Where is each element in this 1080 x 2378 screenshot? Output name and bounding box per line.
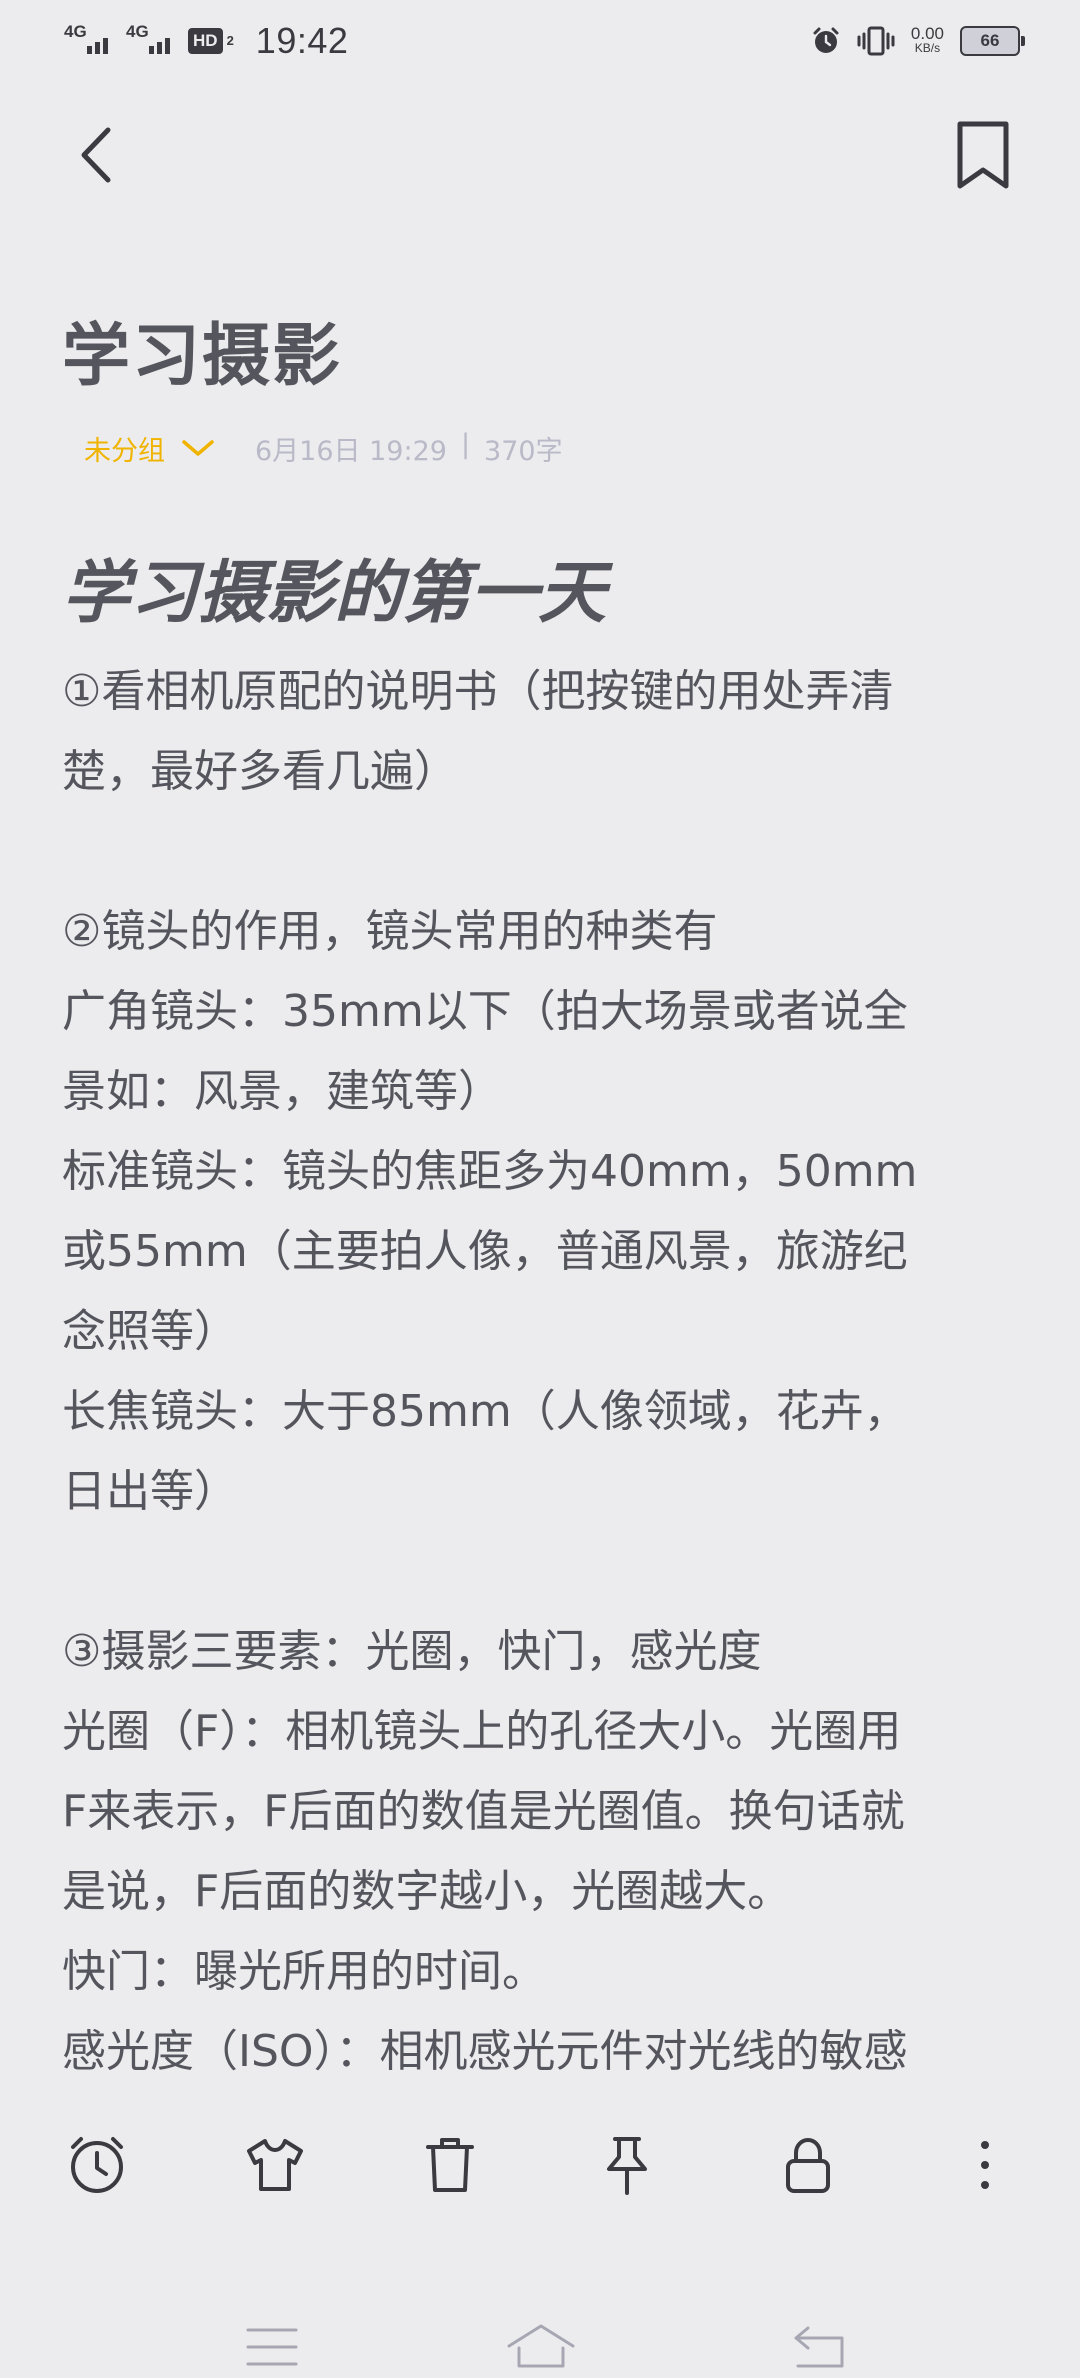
meta-separator: | — [460, 428, 471, 460]
note-line: ③摄影三要素：光圈，快门，感光度 — [62, 1626, 762, 1677]
delete-button[interactable] — [415, 2130, 485, 2200]
note-heading: 学习摄影的第一天 — [62, 554, 607, 633]
note-line: 是说，F后面的数字越小，光圈越大。 — [62, 1866, 792, 1917]
system-nav-bar — [0, 2300, 1080, 2378]
bookmark-button[interactable] — [950, 118, 1016, 194]
sim1-label: 4G — [64, 22, 87, 41]
note-line: ②镜头的作用，镜头常用的种类有 — [62, 906, 718, 957]
alarm-status-icon — [813, 27, 839, 53]
note-date: 6月16日 19:29 — [255, 435, 447, 467]
note-line: 标准镜头：镜头的焦距多为40mm，50mm — [62, 1146, 918, 1197]
more-button[interactable] — [950, 2130, 1020, 2200]
chevron-down-icon[interactable] — [181, 438, 215, 458]
status-bar: 4G 4G HD 2 19:42 0.00 KB/s 66 — [0, 0, 1080, 80]
note-info: 6月16日 19:29 | 370字 — [255, 429, 563, 468]
sim2-label: 4G — [126, 22, 149, 41]
note-line: ①看相机原配的说明书（把按键的用处弄清 — [62, 666, 894, 717]
lock-icon — [786, 2137, 830, 2193]
note-line — [62, 1532, 1022, 1612]
reminder-button[interactable] — [62, 2130, 132, 2200]
back-arrow-icon[interactable] — [790, 2322, 850, 2372]
pin-button[interactable] — [592, 2130, 662, 2200]
word-count: 370字 — [484, 435, 563, 467]
group-selector-label[interactable]: 未分组 — [84, 429, 165, 468]
notes-screen: 4G 4G HD 2 19:42 0.00 KB/s 66 学习摄影 未分组 6… — [0, 0, 1080, 2378]
hd-voice-icon: HD — [188, 28, 223, 54]
sim1-signal-icon: 4G — [64, 22, 108, 58]
note-line — [62, 812, 1022, 892]
bottom-toolbar — [0, 2110, 1080, 2220]
menu-icon[interactable] — [242, 2322, 302, 2372]
note-line: 念照等） — [62, 1306, 238, 1357]
note-line: 楚，最好多看几遍） — [62, 746, 458, 797]
note-line: 光圈（F）：相机镜头上的孔径大小。光圈用 — [62, 1706, 902, 1757]
bookmark-icon — [957, 121, 1009, 189]
lock-button[interactable] — [773, 2130, 843, 2200]
note-line: 景如：风景，建筑等） — [62, 1066, 502, 1117]
note-line: 长焦镜头：大于85mm（人像领域，花卉， — [62, 1386, 908, 1437]
status-left: 4G 4G HD 2 19:42 — [64, 16, 348, 66]
more-vertical-icon — [981, 2141, 989, 2189]
note-lines: ①看相机原配的说明书（把按键的用处弄清 楚，最好多看几遍） ②镜头的作用，镜头常用的… — [62, 652, 1022, 2085]
sim2-signal-icon: 4G — [126, 22, 170, 58]
battery-level: 66 — [980, 31, 1000, 50]
alarm-icon — [71, 2137, 123, 2193]
network-speed-value: 0.00 — [910, 24, 944, 43]
home-icon[interactable] — [505, 2322, 577, 2372]
chevron-left-icon — [81, 127, 111, 183]
note-line: F来表示，F后面的数值是光圈值。换句话就 — [62, 1786, 905, 1837]
note-line: 感光度（ISO）：相机感光元件对光线的敏感 — [62, 2026, 908, 2077]
network-speed-unit: KB/s — [914, 41, 941, 55]
theme-button[interactable] — [240, 2130, 310, 2200]
status-right: 0.00 KB/s 66 — [811, 18, 1025, 64]
network-speed: 0.00 KB/s — [910, 24, 944, 55]
back-button[interactable] — [66, 120, 126, 190]
hd-voice-sub: 2 — [226, 33, 234, 48]
note-line: 快门：曝光所用的时间。 — [62, 1946, 546, 1997]
vibrate-icon — [857, 26, 895, 56]
note-line: 日出等） — [62, 1466, 238, 1517]
note-line: 广角镜头：35mm以下（拍大场景或者说全 — [62, 986, 908, 1037]
battery-icon: 66 — [960, 26, 1025, 56]
note-meta: 未分组 6月16日 19:29 | 370字 — [84, 428, 563, 468]
trash-icon — [426, 2138, 474, 2192]
pin-icon — [607, 2137, 647, 2195]
status-time: 19:42 — [255, 20, 349, 61]
note-line: 或55mm（主要拍人像，普通风景，旅游纪 — [62, 1226, 908, 1277]
tshirt-icon — [247, 2139, 303, 2191]
note-body[interactable]: 学习摄影的第一天 ①看相机原配的说明书（把按键的用处弄清 楚，最好多看几遍） ②镜头… — [62, 540, 1022, 2085]
note-title[interactable]: 学习摄影 — [62, 300, 342, 399]
